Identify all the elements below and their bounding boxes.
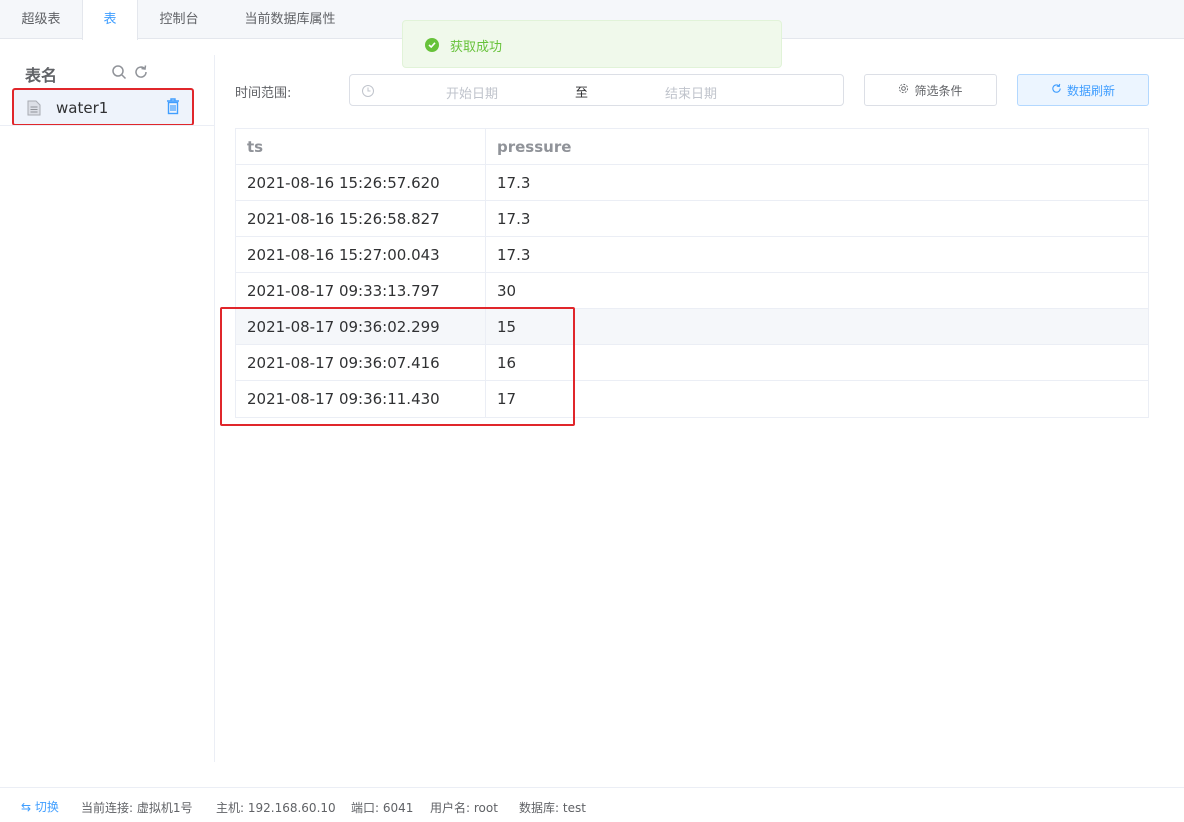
refresh-button-label: 数据刷新 [1066, 83, 1115, 98]
date-separator: 至 [575, 86, 589, 101]
start-date-input[interactable]: 开始日期 [446, 83, 498, 102]
sidebar-divider [0, 125, 214, 126]
ts-cell: 2021-08-17 09:36:11.430 [236, 381, 486, 417]
tab-table[interactable]: 表 [82, 0, 138, 40]
tab-super-table[interactable]: 超级表 [0, 0, 82, 39]
ts-cell: 2021-08-17 09:33:13.797 [236, 273, 486, 309]
table-sidebar: 表名 water1 [0, 55, 215, 762]
end-date-input[interactable]: 结束日期 [665, 83, 717, 102]
tab-db-properties[interactable]: 当前数据库属性 [220, 0, 360, 39]
table-row[interactable]: 2021-08-17 09:36:07.416 16 [236, 345, 1148, 381]
host-info: 主机: 192.168.60.10 [216, 801, 336, 815]
ts-cell: 2021-08-16 15:27:00.043 [236, 237, 486, 273]
success-toast: 获取成功 [402, 20, 782, 68]
date-range-picker[interactable]: 开始日期 至 结束日期 [349, 74, 844, 106]
table-row[interactable]: 2021-08-16 15:27:00.043 17.3 [236, 237, 1148, 273]
ts-cell: 2021-08-17 09:36:07.416 [236, 345, 486, 381]
sidebar-title: 表名 [25, 66, 58, 85]
refresh-data-button[interactable]: 数据刷新 [1017, 74, 1149, 106]
ts-cell: 2021-08-16 15:26:58.827 [236, 201, 486, 237]
document-icon [27, 100, 41, 120]
pressure-cell: 17.3 [497, 246, 531, 264]
delete-icon[interactable] [166, 98, 180, 119]
check-circle-icon [425, 38, 439, 52]
pressure-cell: 30 [497, 282, 517, 300]
table-header: ts pressure [236, 129, 1148, 165]
table-row[interactable]: 2021-08-17 09:36:02.299 15 [236, 309, 1148, 345]
ts-cell: 2021-08-17 09:36:02.299 [236, 309, 486, 345]
toast-message: 获取成功 [450, 40, 503, 55]
pressure-cell: 15 [497, 318, 517, 336]
gear-icon [898, 83, 909, 97]
user-info: 用户名: root [430, 801, 498, 815]
filter-button-label: 筛选条件 [914, 83, 963, 98]
clock-icon [361, 83, 375, 102]
ts-cell: 2021-08-16 15:26:57.620 [236, 165, 486, 201]
status-bar: ⇆ 切换 当前连接: 虚拟机1号 主机: 192.168.60.10 端口: 6… [0, 787, 1184, 822]
refresh-icon[interactable] [133, 64, 149, 80]
table-row[interactable]: 2021-08-16 15:26:57.620 17.3 [236, 165, 1148, 201]
table-row[interactable]: 2021-08-16 15:26:58.827 17.3 [236, 201, 1148, 237]
pressure-cell: 16 [497, 354, 517, 372]
table-row[interactable]: 2021-08-17 09:36:11.430 17 [236, 381, 1148, 417]
pressure-cell: 17.3 [497, 174, 531, 192]
switch-label: 切换 [34, 800, 59, 814]
search-icon[interactable] [111, 64, 127, 80]
sidebar-item-water1[interactable]: water1 [12, 88, 194, 126]
table-row[interactable]: 2021-08-17 09:33:13.797 30 [236, 273, 1148, 309]
column-header-ts[interactable]: ts [236, 129, 486, 165]
refresh-icon [1051, 83, 1062, 97]
swap-icon: ⇆ [21, 800, 32, 814]
database-info: 数据库: test [519, 801, 586, 815]
tab-console[interactable]: 控制台 [138, 0, 220, 39]
current-connection: 当前连接: 虚拟机1号 [81, 801, 193, 815]
column-header-pressure[interactable]: pressure [486, 129, 1148, 165]
switch-connection-button[interactable]: ⇆ 切换 [21, 798, 59, 815]
pressure-cell: 17.3 [497, 210, 531, 228]
time-range-label: 时间范围: [235, 86, 292, 101]
pressure-cell: 17 [497, 390, 517, 408]
port-info: 端口: 6041 [351, 801, 414, 815]
filter-button[interactable]: 筛选条件 [864, 74, 997, 106]
data-table: ts pressure 2021-08-16 15:26:57.620 17.3… [235, 128, 1149, 418]
sidebar-item-label: water1 [56, 99, 109, 117]
